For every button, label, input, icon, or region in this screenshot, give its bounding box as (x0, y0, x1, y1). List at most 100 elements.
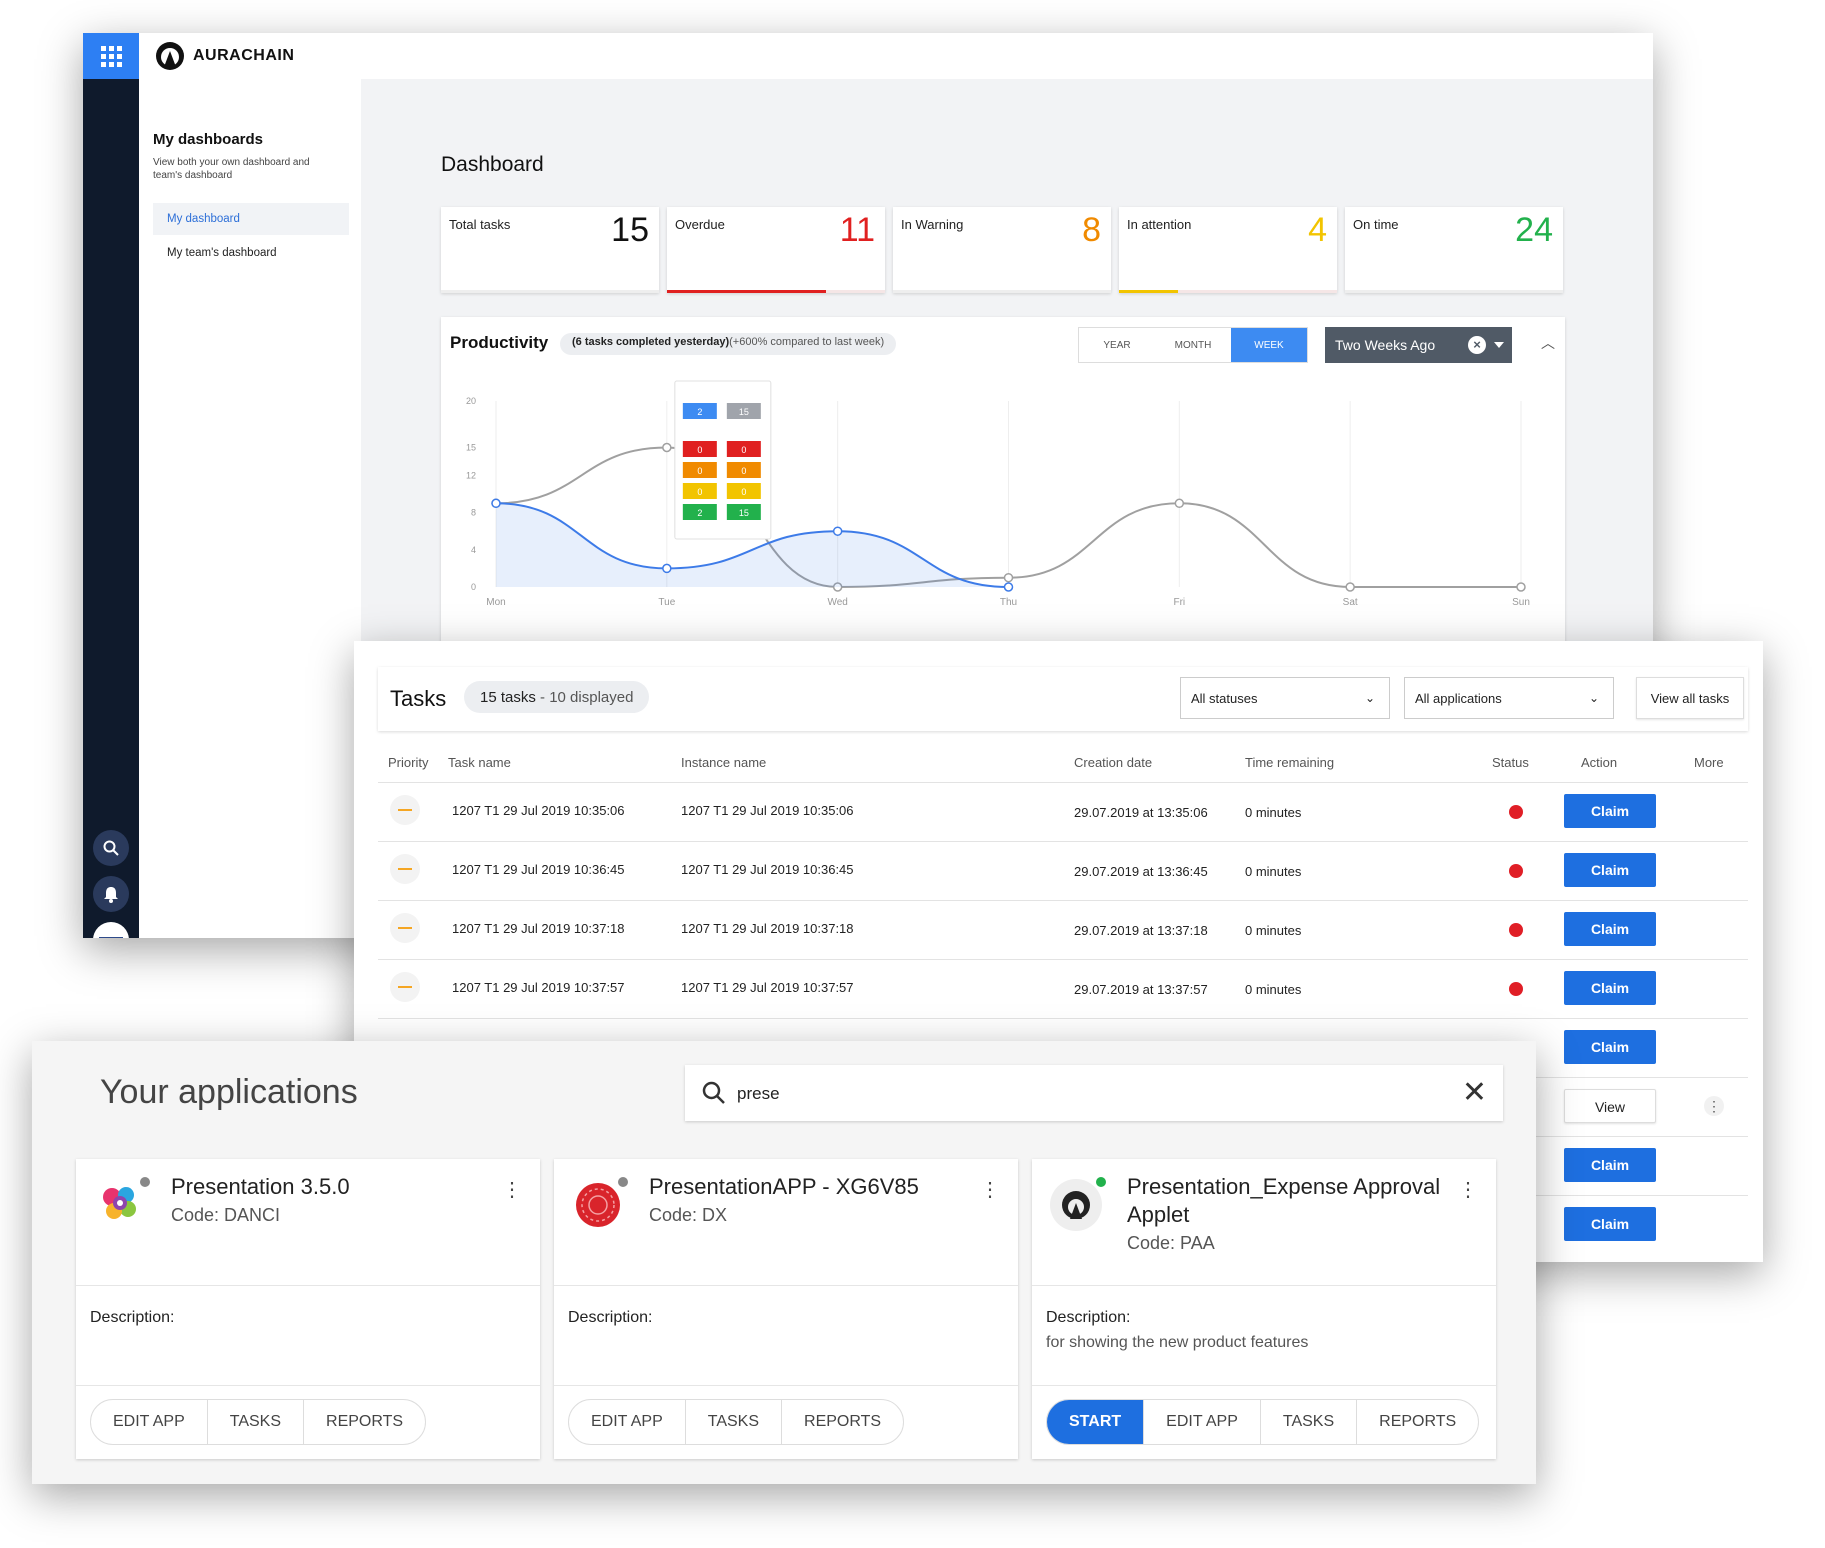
data-point (491, 498, 501, 509)
tooltip-value: 0 (697, 487, 702, 497)
page-title: Dashboard (441, 153, 544, 176)
kpi-label: Total tasks (449, 217, 511, 232)
status-dot (1509, 923, 1523, 937)
kpi-label: On time (1353, 217, 1399, 232)
productivity-summary: (6 tasks completed yesterday)(+600% comp… (560, 333, 897, 355)
applications-window: Your applications ✕ Presentation 3.5.0 C… (32, 1041, 1536, 1484)
grid-icon (100, 45, 122, 67)
more-options-icon[interactable]: ⋮ (980, 1177, 1000, 1202)
app-code: Code: DX (649, 1205, 728, 1225)
tasks-header: Tasks 15 tasks - 10 displayed All status… (378, 667, 1748, 731)
app-status-dot (138, 1175, 152, 1189)
edit-app-button[interactable]: EDIT APP (1144, 1400, 1261, 1444)
app-code: Code: DANCI (171, 1205, 281, 1225)
reports-button[interactable]: REPORTS (304, 1400, 425, 1444)
table-row[interactable]: 1207 T1 29 Jul 2019 10:37:57 1207 T1 29 … (378, 960, 1748, 1019)
kpi-in-attention[interactable]: In attention 4 (1119, 207, 1337, 293)
status-filter-value: All statuses (1191, 691, 1258, 706)
close-icon[interactable]: ✕ (1462, 1078, 1487, 1108)
more-options-icon[interactable]: ⋮ (502, 1177, 522, 1202)
tab-week[interactable]: WEEK (1231, 328, 1307, 362)
view-all-tasks-button[interactable]: View all tasks (1636, 677, 1744, 719)
more-options-icon[interactable]: ⋮ (1704, 1096, 1724, 1116)
data-point (832, 526, 843, 536)
sidebar-subtitle: View both your own dashboard and team's … (153, 157, 310, 181)
kpi-total-tasks[interactable]: Total tasks 15 (441, 207, 659, 293)
y-tick-label: 4 (471, 545, 476, 555)
user-avatar[interactable] (93, 922, 129, 938)
table-row[interactable]: 1207 T1 29 Jul 2019 10:36:45 1207 T1 29 … (378, 842, 1748, 901)
tasks-title: Tasks (390, 686, 447, 711)
claim-button[interactable]: Claim (1564, 912, 1656, 946)
application-filter-select[interactable]: All applications ⌄ (1404, 677, 1614, 719)
application-search: ✕ (685, 1065, 1503, 1121)
app-name: Presentation 3.5.0 (171, 1174, 350, 1199)
app-actions: EDIT APP TASKS REPORTS (568, 1399, 905, 1445)
table-row[interactable]: 1207 T1 29 Jul 2019 10:35:06 1207 T1 29 … (378, 783, 1748, 842)
sidebar-title: My dashboards (153, 131, 264, 148)
table-row[interactable]: 1207 T1 29 Jul 2019 10:37:18 1207 T1 29 … (378, 901, 1748, 960)
edit-app-button[interactable]: EDIT APP (569, 1400, 686, 1444)
reports-button[interactable]: REPORTS (1357, 1400, 1478, 1444)
claim-button[interactable]: Claim (1564, 1207, 1656, 1241)
tooltip-value: 0 (697, 445, 702, 455)
app-card[interactable]: PresentationAPP - XG6V85 Code: DX ⋮ Desc… (554, 1159, 1018, 1459)
more-options-icon[interactable]: ⋮ (1458, 1177, 1478, 1202)
view-button[interactable]: View (1564, 1089, 1656, 1123)
x-tick-label: Fri (1173, 597, 1185, 608)
tab-year[interactable]: YEAR (1079, 328, 1155, 362)
kpi-on-time[interactable]: On time 24 (1345, 207, 1563, 293)
chevron-up-icon[interactable]: ︿ (1541, 333, 1555, 353)
clear-icon[interactable]: × (1468, 336, 1486, 354)
task-name: 1207 T1 29 Jul 2019 10:37:18 (452, 921, 625, 936)
data-point (1003, 572, 1014, 583)
claim-button[interactable]: Claim (1564, 794, 1656, 828)
claim-button[interactable]: Claim (1564, 1148, 1656, 1182)
y-tick-label: 0 (471, 582, 476, 592)
claim-button[interactable]: Claim (1564, 1030, 1656, 1064)
x-tick-label: Sun (1512, 597, 1530, 608)
apps-grid-button[interactable] (83, 33, 139, 79)
tooltip-value: 2 (697, 508, 702, 518)
kpi-in-warning[interactable]: In Warning 8 (893, 207, 1111, 293)
search-icon (702, 1081, 725, 1104)
rail-notifications-button[interactable] (93, 876, 129, 912)
app-name: Presentation_Expense Approval Applet (1127, 1174, 1441, 1227)
tasks-button[interactable]: TASKS (686, 1400, 783, 1444)
productivity-summary-main: (6 tasks completed yesterday) (572, 336, 730, 348)
rail-search-button[interactable] (93, 830, 129, 866)
tasks-button[interactable]: TASKS (1261, 1400, 1358, 1444)
tasks-button[interactable]: TASKS (208, 1400, 305, 1444)
priority-icon (390, 795, 420, 825)
priority-icon (390, 972, 420, 1002)
sidebar-item-my-dashboard[interactable]: My dashboard (153, 203, 349, 235)
edit-app-button[interactable]: EDIT APP (91, 1400, 208, 1444)
x-tick-label: Tue (658, 597, 675, 608)
kpi-bar-track (893, 290, 1111, 293)
search-input[interactable] (737, 1080, 1417, 1108)
divider (76, 1385, 540, 1386)
instance-name: 1207 T1 29 Jul 2019 10:37:57 (681, 980, 854, 995)
app-card[interactable]: Presentation_Expense Approval Applet Cod… (1032, 1159, 1496, 1459)
left-rail (83, 79, 139, 938)
app-card[interactable]: Presentation 3.5.0 Code: DANCI ⋮ Descrip… (76, 1159, 540, 1459)
app-actions: START EDIT APP TASKS REPORTS (1046, 1399, 1480, 1445)
table-header: Priority Task name Instance name Creatio… (378, 741, 1748, 783)
claim-button[interactable]: Claim (1564, 971, 1656, 1005)
app-actions: EDIT APP TASKS REPORTS (90, 1399, 427, 1445)
tooltip-value: 0 (741, 445, 746, 455)
dashboards-sidebar: My dashboards View both your own dashboa… (139, 79, 361, 938)
divider (554, 1285, 1018, 1286)
reports-button[interactable]: REPORTS (782, 1400, 903, 1444)
start-button[interactable]: START (1047, 1400, 1145, 1444)
range-select[interactable]: Two Weeks Ago × (1325, 327, 1512, 363)
claim-button[interactable]: Claim (1564, 853, 1656, 887)
col-creation-date: Creation date (1074, 755, 1153, 770)
data-point (1516, 582, 1526, 592)
tab-month[interactable]: MONTH (1155, 328, 1231, 362)
instance-name: 1207 T1 29 Jul 2019 10:37:18 (681, 921, 854, 936)
kpi-bar-track (1345, 290, 1563, 293)
status-filter-select[interactable]: All statuses ⌄ (1180, 677, 1390, 719)
sidebar-item-team-dashboard[interactable]: My team's dashboard (153, 237, 349, 269)
kpi-overdue[interactable]: Overdue 11 (667, 207, 885, 293)
